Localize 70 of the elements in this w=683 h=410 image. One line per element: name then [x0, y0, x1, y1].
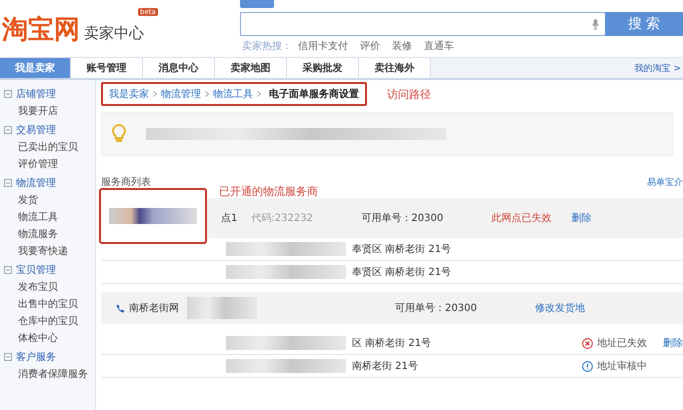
microphone-icon[interactable]: [592, 18, 599, 30]
sidebar-item[interactable]: 已卖出的宝贝: [4, 139, 95, 156]
breadcrumb-link[interactable]: 物流工具: [213, 87, 253, 101]
sidebar-item[interactable]: 物流工具: [4, 209, 95, 226]
blurred-text: [187, 297, 257, 319]
provider-name: 点1: [221, 212, 238, 225]
delete-link[interactable]: 删除: [663, 336, 683, 350]
sidebar-item[interactable]: 评价管理: [4, 156, 95, 173]
breadcrumb-current: 电子面单服务商设置: [269, 87, 359, 101]
chevron-icon: [205, 91, 209, 97]
sidebar-item[interactable]: 物流服务: [4, 226, 95, 243]
chevron-icon: [153, 91, 157, 97]
chevron-icon: [257, 91, 261, 97]
nav-tab[interactable]: 账号管理: [71, 58, 143, 78]
collapse-icon[interactable]: [4, 90, 12, 98]
address-text: 南桥老街 21号: [352, 360, 419, 373]
section-title: 服务商列表: [101, 176, 151, 189]
sidebar-item[interactable]: 体检中心: [4, 330, 95, 347]
sidebar-section-title[interactable]: 店铺管理: [16, 86, 56, 100]
collapse-icon[interactable]: [4, 352, 12, 360]
phone-icon: [116, 304, 125, 312]
hot-search-link[interactable]: 装修: [392, 39, 412, 53]
sidebar-section-title[interactable]: 交易管理: [16, 122, 56, 136]
nav-tab[interactable]: 我是卖家: [0, 58, 71, 78]
sidebar-section-title[interactable]: 客户服务: [16, 350, 56, 364]
annotation-text: 已开通的物流服务商: [219, 184, 318, 199]
breadcrumb-link[interactable]: 物流管理: [161, 87, 201, 101]
nav-tab[interactable]: 卖往海外: [359, 58, 431, 78]
available-count: 可用单号：20300: [361, 212, 444, 225]
intro-link[interactable]: 易单宝介: [647, 176, 683, 188]
address-text: 奉贤区 南桥老街 21号: [352, 266, 452, 279]
nav-tab[interactable]: 消息中心: [143, 58, 215, 78]
error-icon: [582, 338, 593, 348]
sidebar-item[interactable]: 我要开店: [4, 103, 95, 120]
address-status: 地址审核中: [597, 360, 648, 373]
sidebar-item[interactable]: 发布宝贝: [4, 279, 95, 296]
site-subtitle: 卖家中心: [84, 24, 144, 43]
sidebar-section-title[interactable]: 物流管理: [16, 176, 56, 190]
status-text: 此网点已失效: [491, 212, 552, 225]
sidebar-item[interactable]: 发货: [4, 192, 95, 209]
sidebar-section-title[interactable]: 宝贝管理: [16, 262, 56, 276]
search-field[interactable]: [240, 12, 605, 36]
hot-search-label: 卖家热搜：: [242, 40, 292, 53]
collapse-icon[interactable]: [4, 178, 12, 186]
sidebar-item[interactable]: 我要寄快递: [4, 243, 95, 260]
lightbulb-icon: [112, 124, 126, 144]
my-taobao-link[interactable]: 我的淘宝 >: [634, 62, 683, 74]
search-button[interactable]: 搜 索: [605, 12, 683, 36]
provider-code: 代码:232232: [251, 212, 314, 225]
hot-search-link[interactable]: 信用卡支付: [298, 39, 348, 53]
hot-search-link[interactable]: 直通车: [424, 39, 454, 53]
delete-link[interactable]: 删除: [571, 211, 592, 225]
collapse-icon[interactable]: [4, 266, 12, 274]
sidebar-item[interactable]: 仓库中的宝贝: [4, 313, 95, 330]
nav-tab[interactable]: 采购批发: [287, 58, 359, 78]
address-text: 奉贤区 南桥老街 21号: [352, 242, 452, 256]
branch-name: 南桥老街网: [129, 302, 179, 315]
available-count: 可用单号：20300: [395, 302, 478, 315]
sidebar-item[interactable]: 出售中的宝贝: [4, 296, 95, 313]
address-status: 地址已失效: [597, 336, 648, 350]
info-icon: [582, 360, 593, 372]
collapse-icon[interactable]: [4, 126, 12, 134]
logo[interactable]: 淘宝网: [2, 17, 80, 43]
breadcrumb-link[interactable]: 我是卖家: [109, 87, 149, 101]
address-text: 区 南桥老街 21号: [352, 336, 432, 350]
hot-search-link[interactable]: 评价: [360, 39, 380, 53]
edit-address-link[interactable]: 修改发货地: [535, 301, 585, 315]
nav-tab[interactable]: 卖家地图: [215, 58, 287, 78]
sidebar-item[interactable]: 消费者保障服务: [4, 366, 95, 383]
annotation-text: 访问路径: [387, 86, 431, 102]
